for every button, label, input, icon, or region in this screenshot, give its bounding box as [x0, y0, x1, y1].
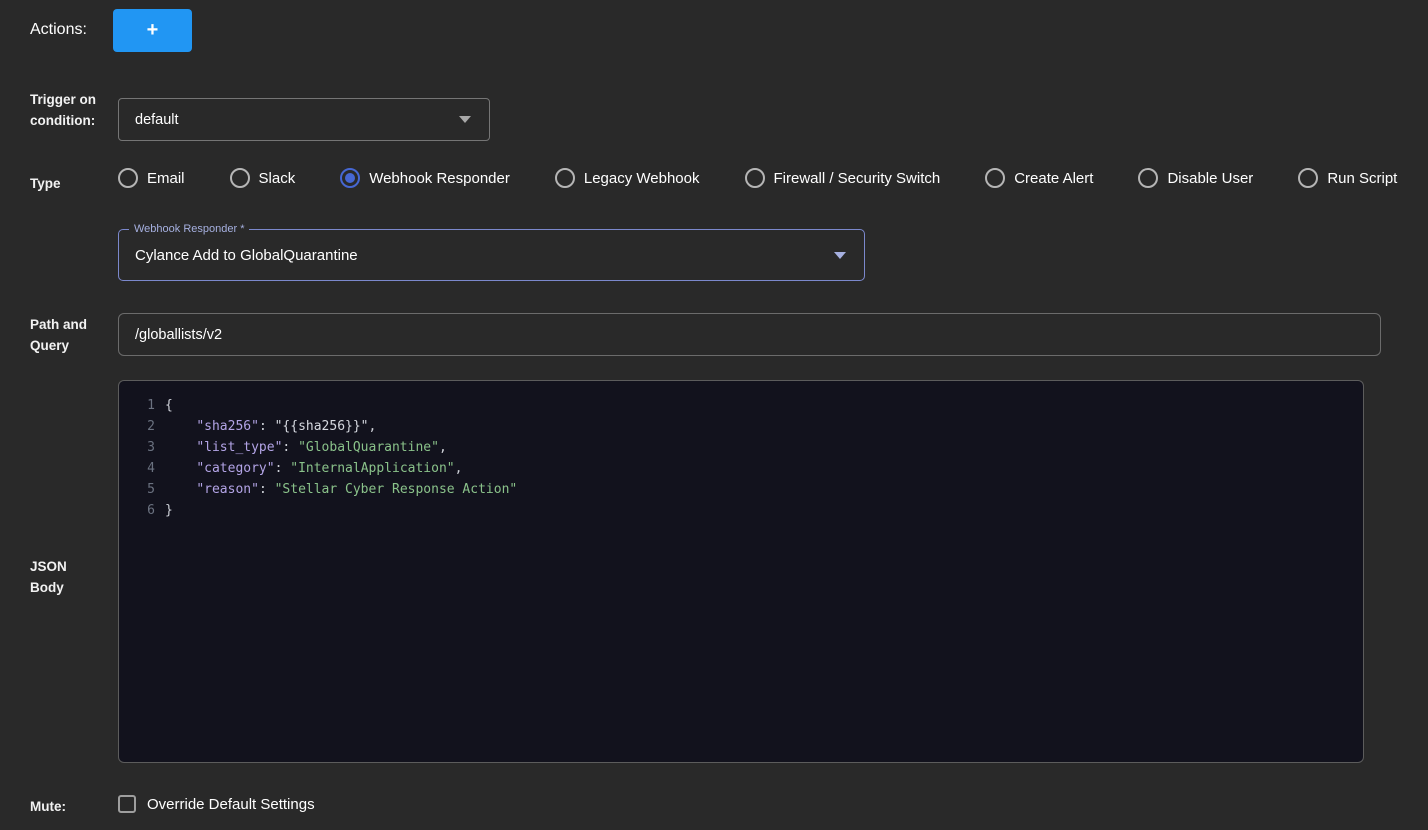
radio-email[interactable]: Email — [118, 168, 185, 188]
radio-button-icon — [555, 168, 575, 188]
code-line: 4 "category": "InternalApplication", — [119, 458, 1363, 479]
radio-button-icon — [230, 168, 250, 188]
trigger-condition-select[interactable]: default — [118, 98, 490, 141]
chevron-down-icon — [834, 252, 846, 259]
radio-button-icon — [1138, 168, 1158, 188]
code-line: 6} — [119, 500, 1363, 521]
path-query-label: Path and Query — [30, 314, 100, 356]
line-number: 1 — [119, 395, 165, 416]
radio-label: Disable User — [1167, 170, 1253, 187]
radio-slack[interactable]: Slack — [230, 168, 296, 188]
radio-webhook-responder[interactable]: Webhook Responder — [340, 168, 510, 188]
trigger-condition-label: Trigger on condition: — [30, 89, 104, 131]
line-number: 4 — [119, 458, 165, 479]
radio-button-icon — [985, 168, 1005, 188]
line-number: 2 — [119, 416, 165, 437]
radio-button-icon — [340, 168, 360, 188]
code-line: 2 "sha256": "{{sha256}}", — [119, 416, 1363, 437]
path-query-input[interactable] — [118, 313, 1381, 356]
code-line: 1{ — [119, 395, 1363, 416]
radio-label: Email — [147, 170, 185, 187]
json-body-editor[interactable]: 1{2 "sha256": "{{sha256}}",3 "list_type"… — [118, 380, 1364, 763]
json-body-code: 1{2 "sha256": "{{sha256}}",3 "list_type"… — [119, 395, 1363, 521]
radio-legacy-webhook[interactable]: Legacy Webhook — [555, 168, 700, 188]
code-line: 3 "list_type": "GlobalQuarantine", — [119, 437, 1363, 458]
line-number: 6 — [119, 500, 165, 521]
radio-button-icon — [745, 168, 765, 188]
webhook-responder-select[interactable]: Webhook Responder * Cylance Add to Globa… — [118, 229, 865, 281]
type-label: Type — [30, 173, 61, 194]
radio-button-icon — [1298, 168, 1318, 188]
radio-run-script[interactable]: Run Script — [1298, 168, 1397, 188]
type-radio-group: Email Slack Webhook Responder Legacy Webhoo… — [118, 168, 1418, 188]
mute-label: Mute: — [30, 796, 66, 817]
add-action-button[interactable]: + — [113, 9, 192, 52]
radio-label: Create Alert — [1014, 170, 1093, 187]
override-default-settings-checkbox[interactable]: Override Default Settings — [118, 795, 315, 813]
actions-label: Actions: — [30, 21, 87, 39]
code-line: 5 "reason": "Stellar Cyber Response Acti… — [119, 479, 1363, 500]
radio-label: Slack — [259, 170, 296, 187]
radio-label: Webhook Responder — [369, 170, 510, 187]
radio-create-alert[interactable]: Create Alert — [985, 168, 1093, 188]
line-number: 3 — [119, 437, 165, 458]
line-number: 5 — [119, 479, 165, 500]
radio-button-icon — [118, 168, 138, 188]
checkbox-label: Override Default Settings — [147, 796, 315, 813]
radio-label: Firewall / Security Switch — [774, 170, 941, 187]
webhook-responder-value: Cylance Add to GlobalQuarantine — [135, 247, 358, 264]
checkbox-icon — [118, 795, 136, 813]
webhook-responder-floating-label: Webhook Responder * — [129, 222, 249, 236]
radio-label: Run Script — [1327, 170, 1397, 187]
json-body-label: JSON Body — [30, 556, 80, 598]
radio-firewall-security-switch[interactable]: Firewall / Security Switch — [745, 168, 941, 188]
radio-disable-user[interactable]: Disable User — [1138, 168, 1253, 188]
radio-label: Legacy Webhook — [584, 170, 700, 187]
chevron-down-icon — [459, 116, 471, 123]
action-config-panel: Actions: + Trigger on condition: default… — [0, 0, 1428, 830]
trigger-condition-value: default — [135, 112, 179, 128]
